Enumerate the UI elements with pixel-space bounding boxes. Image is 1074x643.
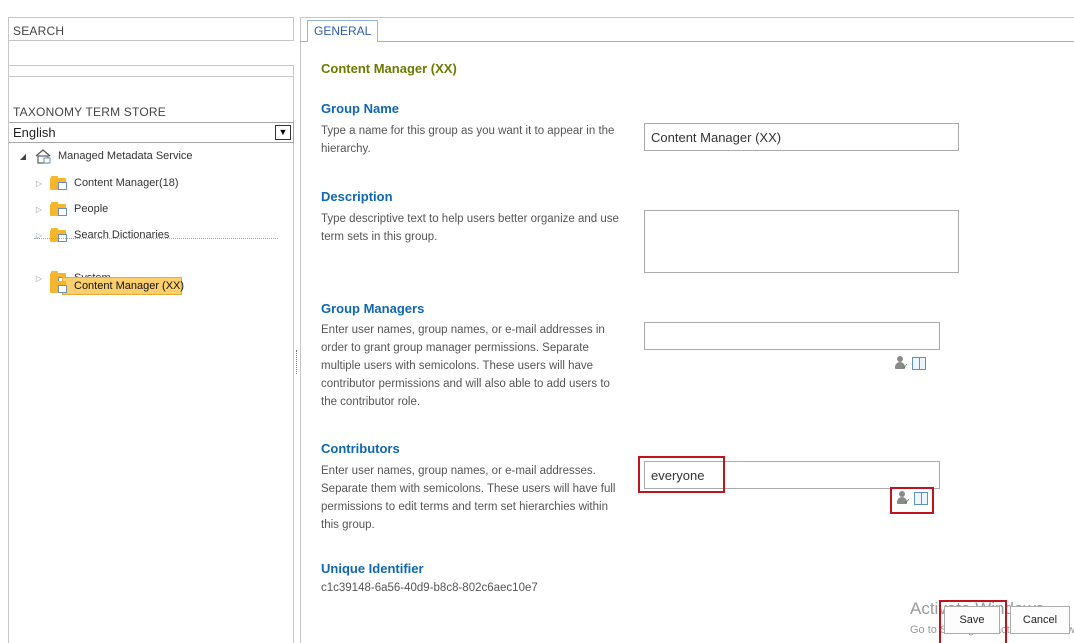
tree-node-group[interactable]: ▷ People — [34, 199, 108, 219]
search-heading: SEARCH — [13, 24, 65, 38]
description-textarea[interactable] — [644, 210, 959, 273]
group-managers-help-text: Enter user names, group names, or e-mail… — [321, 324, 610, 408]
tree-node-label: People — [74, 203, 109, 215]
panel-splitter-handle[interactable] — [296, 350, 298, 374]
tree-node-label: Content Manager(18) — [74, 177, 179, 189]
page-title: Content Manager (XX) — [321, 61, 457, 76]
tree-node-root[interactable]: ◢ Managed Metadata Service — [18, 146, 193, 166]
term-store-heading: TAXONOMY TERM STORE — [13, 105, 166, 119]
tree-node-label: Search Dictionaries — [74, 229, 170, 241]
group-managers-input[interactable] — [644, 322, 940, 350]
term-group-folder-icon — [50, 202, 68, 216]
description-title: Description — [321, 189, 393, 204]
search-input[interactable] — [9, 40, 294, 66]
chevron-down-icon[interactable]: ▼ — [275, 125, 291, 140]
tree-node-group[interactable]: ▷ Search Dictionaries — [34, 225, 169, 245]
tree-node-selected[interactable]: Content Manager (XX) — [50, 276, 184, 296]
group-managers-picker-icons: ✓ — [894, 356, 926, 371]
description-help-text: Type descriptive text to help users bett… — [321, 213, 619, 243]
group-managers-title: Group Managers — [321, 301, 425, 316]
expanded-triangle-icon[interactable]: ◢ — [18, 152, 28, 161]
tab-underline — [300, 41, 1074, 42]
tree-separator — [34, 238, 278, 239]
unique-identifier-value: c1c39148-6a56-40d9-b8c8-802c6aec10e7 — [321, 582, 538, 594]
tree-node-label: Content Manager (XX) — [74, 280, 185, 292]
term-group-folder-icon — [50, 279, 68, 293]
divider — [9, 76, 294, 77]
group-name-title: Group Name — [321, 101, 400, 116]
taxonomy-navigation-panel: SEARCH TAXONOMY TERM STORE English ▼ — [8, 17, 294, 643]
tab-general[interactable]: GENERAL — [307, 20, 379, 42]
collapsed-triangle-icon[interactable]: ▷ — [34, 205, 44, 214]
term-group-folder-icon — [50, 228, 68, 242]
contributors-help-text: Enter user names, group names, or e-mail… — [321, 465, 616, 531]
cancel-button[interactable]: Cancel — [1010, 606, 1070, 634]
language-value: English — [13, 125, 56, 140]
browse-address-book-icon[interactable] — [912, 356, 926, 370]
unique-identifier-title: Unique Identifier — [321, 561, 424, 576]
check-names-icon[interactable]: ✓ — [894, 356, 909, 371]
term-group-folder-icon — [50, 176, 68, 190]
tree-node-group[interactable]: ▷ Content Manager(18) — [34, 173, 179, 193]
group-name-description: Type a name for this group as you want i… — [321, 125, 615, 155]
highlight-box-contributors-picker — [890, 487, 934, 514]
metadata-service-icon — [35, 149, 51, 164]
highlight-box-contributors-input — [638, 456, 725, 493]
tree-node-label: Managed Metadata Service — [58, 150, 193, 162]
collapsed-triangle-icon[interactable]: ▷ — [34, 179, 44, 188]
collapsed-triangle-icon[interactable]: ▷ — [34, 274, 44, 283]
language-select[interactable]: English ▼ — [9, 122, 294, 143]
highlight-box-save-button — [939, 600, 1007, 643]
contributors-title: Contributors — [321, 441, 400, 456]
group-name-input[interactable] — [644, 123, 959, 151]
